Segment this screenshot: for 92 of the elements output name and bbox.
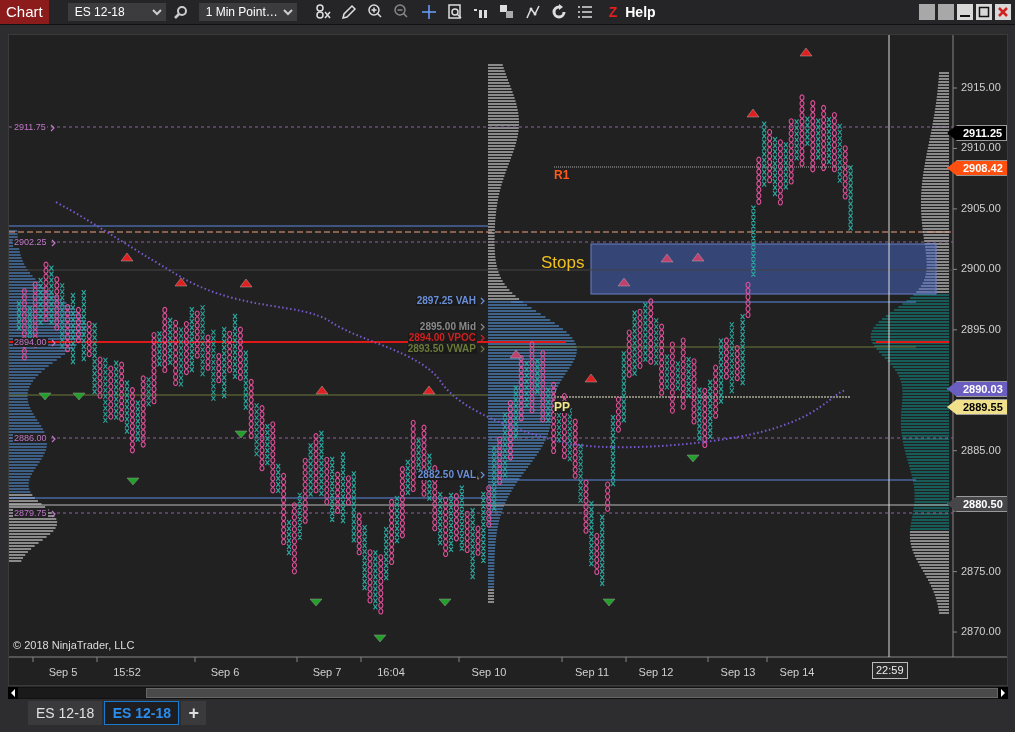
zoom-out-icon[interactable] [392,4,409,20]
document-search-icon[interactable] [446,4,463,20]
chevron-down-icon [151,8,162,16]
price-axis-label: 2875.00 [961,565,1001,577]
chart-title-button[interactable]: Chart [0,0,49,24]
price-axis-label: 2900.00 [961,263,1001,275]
crosshair-icon[interactable] [420,4,437,20]
study-label: 2895.00 Mid [418,322,477,332]
price-badge: 2889.55 [947,399,1007,415]
chart-tab[interactable]: ES 12-18 [104,701,180,725]
up-triangle-marker [422,385,436,395]
down-triangle-marker [373,634,387,643]
time-axis-label: 16:04 [377,667,405,678]
chevron-right-icon [50,238,56,247]
up-triangle-marker [120,252,134,262]
chevron-right-icon [50,434,56,443]
time-axis-label: Sep 6 [210,667,240,678]
down-triangle-marker [38,392,52,401]
price-level-label: 2894.00 [13,338,48,347]
minimize-icon[interactable] [957,4,973,20]
up-triangle-marker [691,252,705,262]
down-triangle-marker [309,598,323,607]
study-label: 2897.25 VAH [415,296,477,306]
price-level-label: 2886.00 [13,434,48,443]
down-triangle-marker [602,598,616,607]
price-badge: 2890.03 [947,381,1007,397]
up-triangle-marker [617,277,631,287]
down-triangle-marker [234,430,248,439]
instrument-dropdown[interactable]: ES 12-18 [67,3,166,21]
scroll-right-icon[interactable] [998,687,1008,699]
up-triangle-marker [746,108,760,118]
price-axis-label: 2905.00 [961,202,1001,214]
down-triangle-marker [72,392,86,401]
price-badge: 2880.50 [947,496,1007,512]
price-level-label: 2902.25 [13,238,48,247]
time-axis-label: 15:52 [113,667,141,678]
maximize-icon[interactable] [976,4,992,20]
pivot-label: R1 [554,169,570,181]
study-label: 2893.50 VWAP [406,344,477,354]
refresh-icon[interactable] [550,4,567,20]
up-triangle-marker [660,253,674,263]
up-triangle-marker [584,373,598,383]
close-icon[interactable] [995,4,1011,20]
time-axis-label: Sep 5 [48,667,78,678]
zone-label: Stops [541,254,585,271]
time-axis-label: Sep 14 [779,667,815,678]
chart-tab[interactable]: ES 12-18 [28,701,103,725]
cursor-time-label: 22:59 [872,662,908,679]
time-axis-label: Sep 12 [638,667,674,678]
pivot-label: PP [554,401,570,413]
help-button[interactable]: Help [625,4,656,20]
time-axis-label: Sep 13 [720,667,756,678]
price-axis-label: 2870.00 [961,626,1001,638]
down-triangle-marker [126,477,140,486]
chevron-right-icon [480,471,485,479]
price-axis-label: 2885.00 [961,444,1001,456]
add-tab-button[interactable]: + [181,701,206,725]
chevron-right-icon [49,123,55,132]
objects-icon[interactable] [314,4,331,20]
up-triangle-marker [174,277,188,287]
chevron-right-icon [480,297,485,305]
list-icon[interactable] [576,4,593,20]
squares-icon[interactable] [498,4,515,20]
chevron-right-icon [50,338,56,347]
up-triangle-marker [509,349,523,359]
up-triangle-marker [799,47,813,57]
scroll-left-icon[interactable] [8,687,18,699]
price-axis-label: 2915.00 [961,82,1001,93]
down-triangle-marker [686,454,700,463]
price-badge: 2908.42 [947,160,1007,176]
chevron-down-icon [282,8,293,16]
time-axis-label: Sep 7 [312,667,342,678]
up-triangle-marker [315,385,329,395]
price-level-label: 2879.75 [13,509,48,518]
interval-dropdown[interactable]: 1 Min Point… [198,3,297,21]
up-triangle-marker [239,278,253,288]
time-axis-label: Sep 10 [471,667,507,678]
study-label: 2894.00 VPOC [407,333,477,343]
copyright-text: © 2018 NinjaTrader, LLC [13,640,135,651]
chevron-right-icon [50,509,56,518]
time-axis-label: Sep 11 [574,667,610,678]
price-badge: 2911.25 [947,125,1007,141]
price-level-label: 2911.75 [13,123,47,132]
scrollbar-thumb[interactable] [146,688,998,698]
line-drawing-icon[interactable] [524,4,541,20]
down-triangle-marker [438,598,452,607]
pencil-icon[interactable] [340,4,357,20]
price-axis-label: 2895.00 [961,323,1001,335]
price-axis-label: 2910.00 [961,142,1001,154]
study-label: 2882.50 VAL [416,470,477,480]
zoom-in-icon[interactable] [366,4,383,20]
search-icon[interactable] [173,5,188,19]
